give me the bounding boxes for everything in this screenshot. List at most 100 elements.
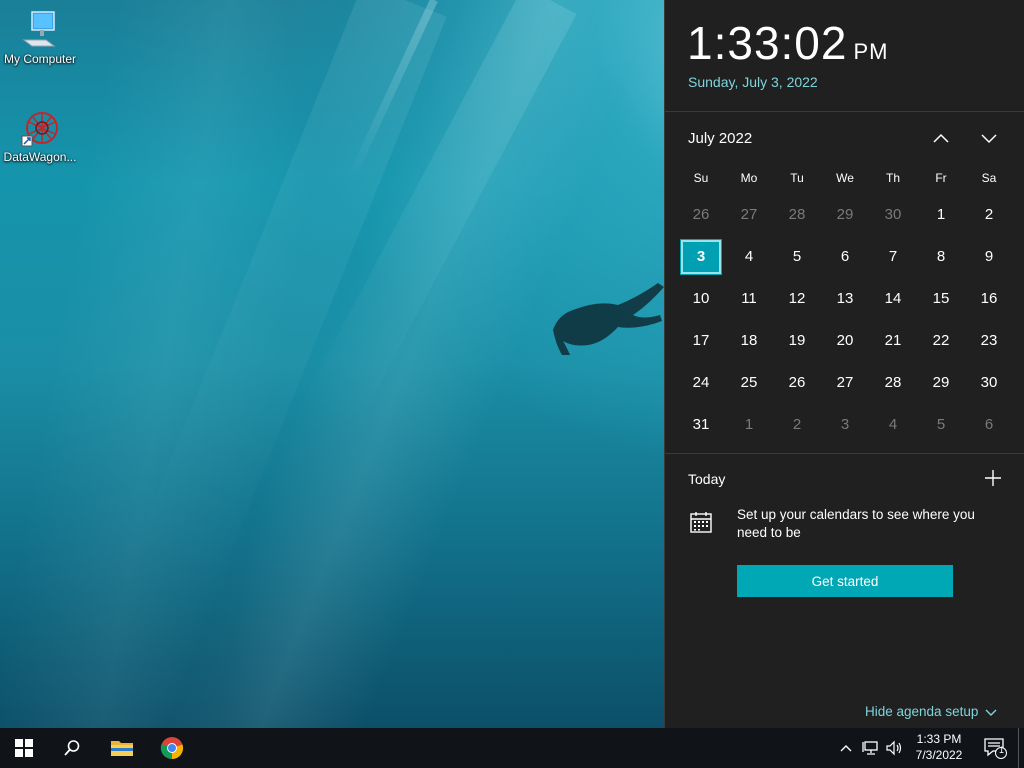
- network-icon: [862, 741, 878, 755]
- taskbar-clock[interactable]: 1:33 PM 7/3/2022: [905, 731, 973, 763]
- calendar-week-row: 10 11 12 13 14 15 16: [677, 278, 1013, 320]
- calendar-day[interactable]: 30: [965, 362, 1013, 404]
- calendar-day[interactable]: 7: [869, 236, 917, 278]
- calendar-day[interactable]: 27: [821, 362, 869, 404]
- clock-display: 1:33:02 PM: [687, 16, 888, 70]
- volume-button[interactable]: [884, 728, 906, 768]
- calendar-day[interactable]: 5: [917, 404, 965, 446]
- calendar-day[interactable]: 14: [869, 278, 917, 320]
- calendar-day[interactable]: 6: [821, 236, 869, 278]
- calendar-day[interactable]: 19: [773, 320, 821, 362]
- calendar-day[interactable]: 5: [773, 236, 821, 278]
- datawagon-icon: [20, 108, 60, 148]
- calendar-day[interactable]: 22: [917, 320, 965, 362]
- windows-logo-icon: [15, 739, 33, 757]
- swimmer-image: [553, 283, 664, 355]
- calendar-day[interactable]: 20: [821, 320, 869, 362]
- calendar-grid: Su Mo Tu We Th Fr Sa 26 27 28 29 30 1 2 3 4 5 6 7 8 9 10 11 12…: [677, 166, 1013, 446]
- add-event-button[interactable]: [983, 468, 1003, 488]
- calendar-day[interactable]: 21: [869, 320, 917, 362]
- clock-time: 1:33:02: [687, 17, 848, 69]
- folder-icon: [111, 741, 133, 756]
- calendar-day[interactable]: 16: [965, 278, 1013, 320]
- calendar-icon: [689, 510, 713, 534]
- desktop-icon-label: My Computer: [3, 52, 77, 66]
- desktop-icon-my-computer[interactable]: My Computer: [0, 10, 80, 66]
- calendar-day[interactable]: 23: [965, 320, 1013, 362]
- calendar-day[interactable]: 25: [725, 362, 773, 404]
- calendar-day[interactable]: 15: [917, 278, 965, 320]
- chrome-icon: [160, 737, 184, 760]
- calendar-day[interactable]: 29: [821, 194, 869, 236]
- calendar-day-today[interactable]: 3: [677, 236, 725, 278]
- show-desktop-button[interactable]: [1018, 728, 1019, 768]
- calendar-day[interactable]: 2: [773, 404, 821, 446]
- clock-ampm: PM: [853, 39, 889, 64]
- chevron-down-icon: [981, 134, 997, 144]
- calendar-day[interactable]: 17: [677, 320, 725, 362]
- calendar-day[interactable]: 18: [725, 320, 773, 362]
- file-explorer-button[interactable]: [98, 728, 146, 768]
- plus-icon: [985, 470, 1001, 486]
- speaker-icon: [886, 740, 902, 756]
- calendar-day[interactable]: 24: [677, 362, 725, 404]
- weekday-label: Su: [693, 171, 709, 185]
- chevron-up-icon: [840, 745, 852, 752]
- calendar-day[interactable]: 29: [917, 362, 965, 404]
- weekday-header: Su Mo Tu We Th Fr Sa: [677, 166, 1013, 190]
- calendar-day[interactable]: 3: [821, 404, 869, 446]
- weekday-label: Th: [885, 171, 900, 185]
- calendar-day[interactable]: 6: [965, 404, 1013, 446]
- agenda-today-label: Today: [688, 471, 726, 487]
- calendar-day[interactable]: 28: [773, 194, 821, 236]
- calendar-day[interactable]: 26: [773, 362, 821, 404]
- calendar-week-row: 26 27 28 29 30 1 2: [677, 194, 1013, 236]
- calendar-flyout: 1:33:02 PM Sunday, July 3, 2022 July 2022…: [664, 0, 1024, 728]
- notification-count-badge: 1: [999, 745, 1005, 755]
- long-date-link[interactable]: Sunday, July 3, 2022: [688, 74, 818, 90]
- weekday-label: We: [836, 171, 854, 185]
- hide-agenda-setup-button[interactable]: Hide agenda setup: [865, 704, 998, 719]
- taskbar: 1:33 PM 7/3/2022 1: [0, 728, 1024, 768]
- get-started-button[interactable]: Get started: [737, 565, 953, 597]
- start-button[interactable]: [0, 728, 48, 768]
- calendar-day[interactable]: 1: [725, 404, 773, 446]
- calendar-day[interactable]: 10: [677, 278, 725, 320]
- calendar-day[interactable]: 1: [917, 194, 965, 236]
- divider: [665, 453, 1024, 454]
- previous-month-button[interactable]: [929, 126, 953, 150]
- calendar-day[interactable]: 9: [965, 236, 1013, 278]
- search-button[interactable]: [48, 728, 96, 768]
- chrome-button[interactable]: [148, 728, 196, 768]
- calendar-day[interactable]: 8: [917, 236, 965, 278]
- calendar-day[interactable]: 2: [965, 194, 1013, 236]
- agenda-setup-text: Set up your calendars to see where you n…: [737, 507, 975, 540]
- network-button[interactable]: [860, 728, 882, 768]
- calendar-day[interactable]: 31: [677, 404, 725, 446]
- taskbar-date: 7/3/2022: [915, 748, 963, 762]
- calendar-week-row: 31 1 2 3 4 5 6: [677, 404, 1013, 446]
- calendar-day[interactable]: 13: [821, 278, 869, 320]
- month-label[interactable]: July 2022: [688, 130, 752, 147]
- today-highlight: 3: [680, 239, 722, 275]
- next-month-button[interactable]: [977, 126, 1001, 150]
- calendar-day[interactable]: 27: [725, 194, 773, 236]
- calendar-day[interactable]: 26: [677, 194, 725, 236]
- calendar-day[interactable]: 4: [725, 236, 773, 278]
- calendar-days: 26 27 28 29 30 1 2 3 4 5 6 7 8 9 10 11 12 13 14 15 16 17 18 19 2…: [677, 194, 1013, 446]
- calendar-day[interactable]: 28: [869, 362, 917, 404]
- calendar-day[interactable]: 30: [869, 194, 917, 236]
- taskbar-time: 1:33 PM: [916, 732, 962, 746]
- desktop-icon-datawagon[interactable]: DataWagon...: [0, 108, 80, 164]
- calendar-week-row: 17 18 19 20 21 22 23: [677, 320, 1013, 362]
- show-hidden-icons-button[interactable]: [836, 728, 856, 768]
- calendar-day[interactable]: 4: [869, 404, 917, 446]
- weekday-label: Mo: [740, 171, 758, 185]
- chevron-down-icon: [985, 709, 997, 716]
- calendar-day[interactable]: 11: [725, 278, 773, 320]
- action-center-button[interactable]: 1: [978, 728, 1012, 768]
- calendar-day[interactable]: 12: [773, 278, 821, 320]
- computer-icon: [20, 10, 60, 50]
- calendar-week-row: 24 25 26 27 28 29 30: [677, 362, 1013, 404]
- calendar-week-row: 3456789: [677, 236, 1013, 278]
